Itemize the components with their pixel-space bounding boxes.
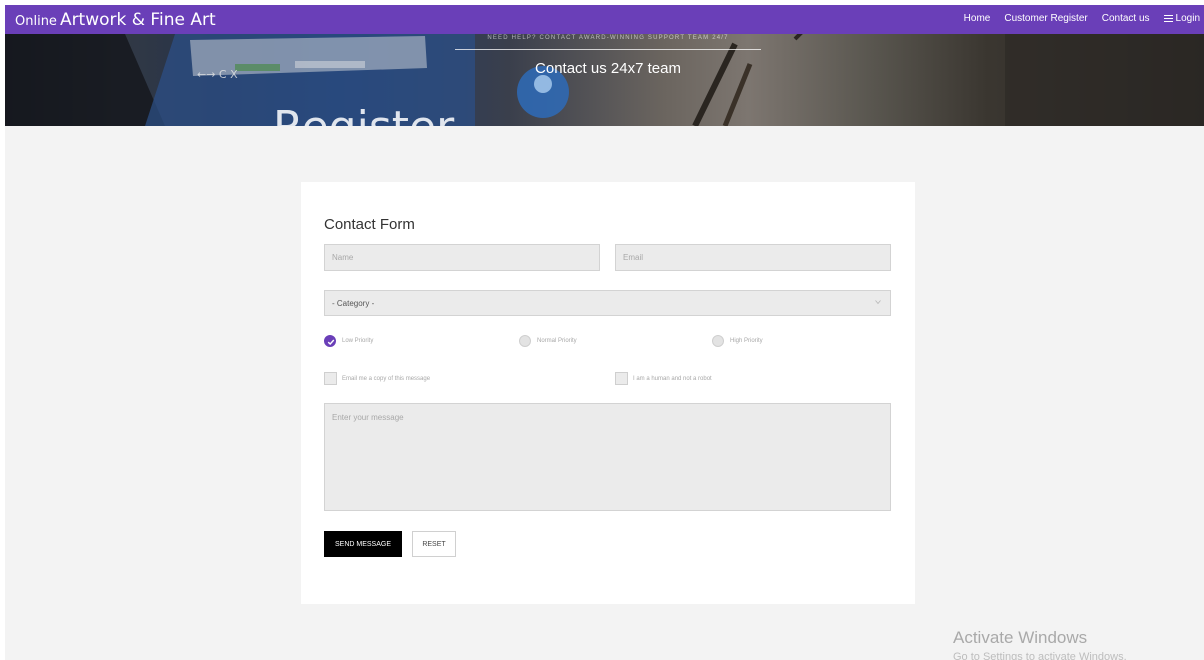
nav-links: Home Customer Register Contact us Login xyxy=(964,13,1200,24)
svg-text:←→ C X: ←→ C X xyxy=(197,68,238,81)
activate-windows-subtitle: Go to Settings to activate Windows. xyxy=(953,651,1127,660)
radio-normal-priority[interactable]: Normal Priority xyxy=(519,335,577,347)
browser-viewport: Online Artwork & Fine Art Home Customer R… xyxy=(5,5,1204,660)
checkbox-box xyxy=(615,372,628,385)
send-message-button[interactable]: SEND MESSAGE xyxy=(324,531,402,557)
contact-form-card: Contact Form - Category - Low Priority N… xyxy=(301,182,915,604)
hero-background-image: ←→ C X Register xyxy=(5,34,1204,126)
category-select[interactable]: - Category - xyxy=(324,290,891,316)
radio-label: High Priority xyxy=(730,338,763,344)
hero-divider xyxy=(455,49,761,50)
radio-checked-indicator xyxy=(324,335,336,347)
checkbox-label: Email me a copy of this message xyxy=(342,375,431,382)
checkbox-label: I am a human and not a robot xyxy=(633,375,712,382)
email-input[interactable] xyxy=(615,244,891,271)
reset-button[interactable]: RESET xyxy=(412,531,456,557)
radio-high-priority[interactable]: High Priority xyxy=(712,335,763,347)
nav-link-login[interactable]: Login xyxy=(1163,13,1200,24)
radio-label: Normal Priority xyxy=(537,338,577,344)
hero-title: Contact us 24x7 team xyxy=(535,60,681,77)
category-selected-value: - Category - xyxy=(332,299,375,308)
site-logo[interactable]: Online Artwork & Fine Art xyxy=(15,10,216,30)
checkbox-email-copy[interactable]: Email me a copy of this message xyxy=(324,372,430,385)
brand-title: Artwork & Fine Art xyxy=(59,10,216,30)
brand-prefix: Online xyxy=(15,14,57,29)
nav-link-contact-us[interactable]: Contact us xyxy=(1102,13,1150,24)
nav-link-home[interactable]: Home xyxy=(964,13,991,24)
message-textarea[interactable] xyxy=(324,403,891,511)
nav-link-customer-register[interactable]: Customer Register xyxy=(1004,13,1087,24)
login-label: Login xyxy=(1175,13,1200,24)
checkbox-box xyxy=(324,372,337,385)
top-navbar: Online Artwork & Fine Art Home Customer R… xyxy=(5,5,1204,34)
menu-icon xyxy=(1163,14,1173,23)
hero-banner: ←→ C X Register NEED HELP? CONTACT AWARD… xyxy=(5,34,1204,126)
hero-background-word: Register xyxy=(273,102,455,126)
name-input[interactable] xyxy=(324,244,600,271)
chevron-down-icon xyxy=(875,300,881,305)
form-title: Contact Form xyxy=(324,216,415,233)
checkbox-not-robot[interactable]: I am a human and not a robot xyxy=(615,372,712,385)
radio-unchecked-indicator xyxy=(712,335,724,347)
radio-unchecked-indicator xyxy=(519,335,531,347)
radio-low-priority[interactable]: Low Priority xyxy=(324,335,373,347)
check-icon xyxy=(327,339,335,345)
activate-windows-title: Activate Windows xyxy=(953,628,1088,647)
hero-tagline: NEED HELP? CONTACT AWARD-WINNING SUPPORT… xyxy=(487,35,729,41)
radio-label: Low Priority xyxy=(342,338,374,344)
